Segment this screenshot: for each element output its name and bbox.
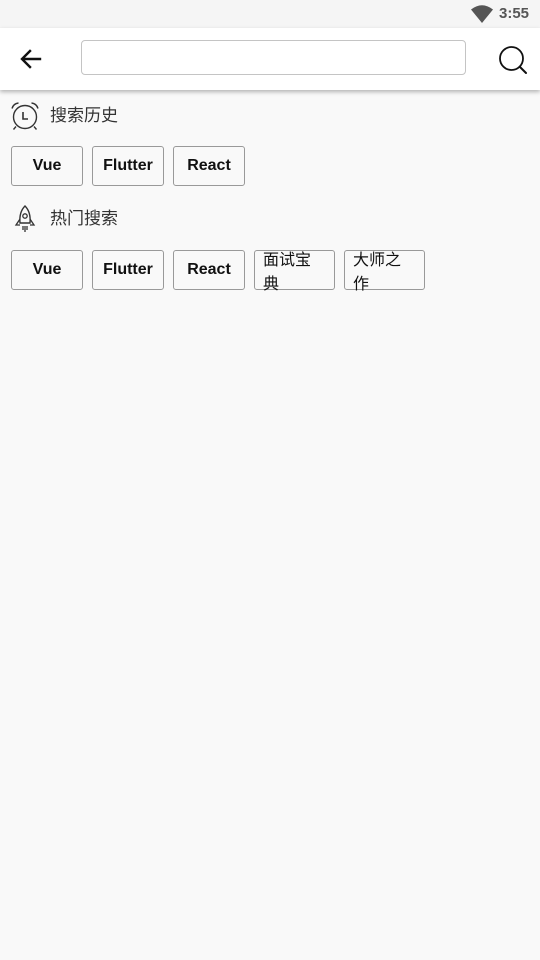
hot-title: 热门搜索: [50, 209, 118, 229]
history-chip-flutter[interactable]: Flutter: [92, 146, 164, 186]
search-input[interactable]: [81, 40, 466, 75]
status-bar: 3:55: [0, 0, 540, 28]
alarm-clock-icon: [10, 101, 40, 131]
history-chip-vue[interactable]: Vue: [11, 146, 83, 186]
wifi-icon: [471, 5, 493, 23]
history-chip-row: Vue Flutter React: [11, 146, 254, 186]
hot-chip-row: Vue Flutter React 面试宝典 大师之作: [11, 250, 434, 293]
hot-chip-masterpiece[interactable]: 大师之作: [344, 250, 425, 293]
hot-section-header: 热门搜索: [10, 203, 118, 235]
history-chip-react[interactable]: React: [173, 146, 245, 186]
app-bar: [0, 28, 540, 90]
hot-chip-react[interactable]: React: [173, 250, 245, 290]
search-icon: [499, 46, 527, 74]
status-time: 3:55: [499, 5, 530, 22]
history-title: 搜索历史: [50, 106, 118, 126]
history-section-header: 搜索历史: [10, 100, 118, 132]
hot-chip-interview-guide[interactable]: 面试宝典: [254, 250, 335, 293]
hot-chip-vue[interactable]: Vue: [11, 250, 83, 290]
search-button[interactable]: [495, 43, 531, 77]
back-button[interactable]: [14, 43, 48, 75]
rocket-icon: [10, 204, 40, 234]
hot-chip-flutter[interactable]: Flutter: [92, 250, 164, 290]
arrow-left-icon: [20, 49, 42, 69]
